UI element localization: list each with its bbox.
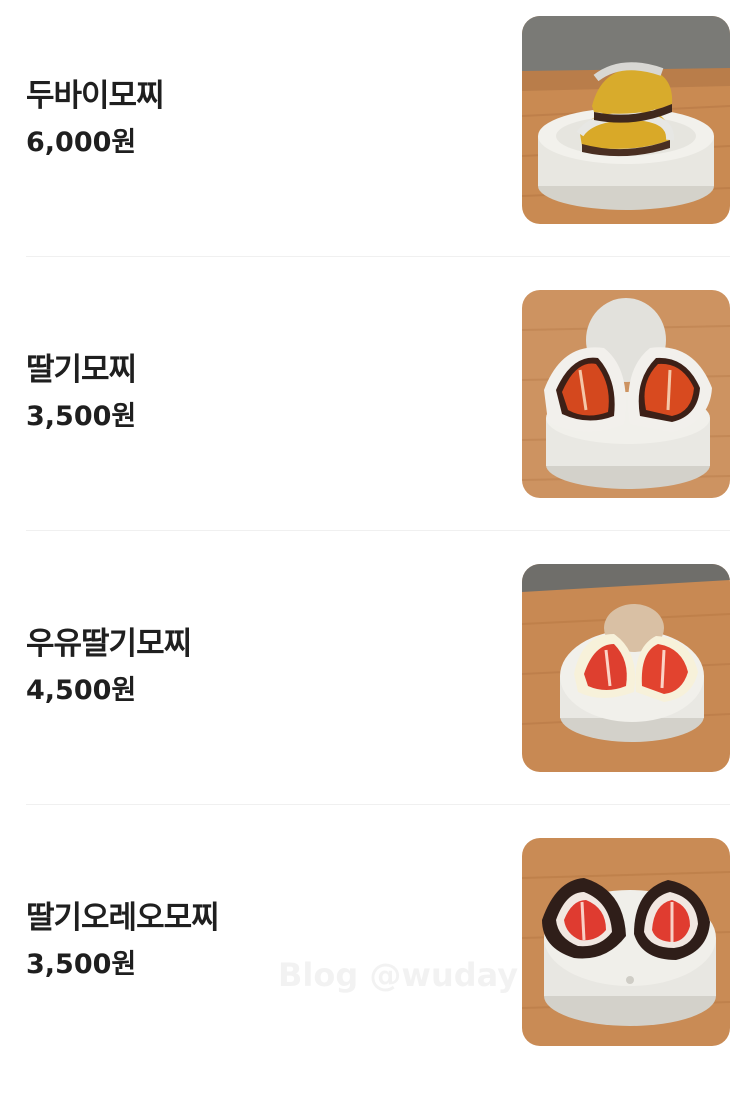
menu-item-price: 3,500원 xyxy=(26,401,137,432)
menu-item-text: 딸기오레오모찌 3,500원 xyxy=(26,898,220,982)
strawberry-oreo-mochi-image xyxy=(522,838,730,1046)
menu-item-name: 딸기오레오모찌 xyxy=(26,900,220,936)
menu-divider xyxy=(26,530,730,531)
menu-item[interactable]: 딸기모찌 3,500원 xyxy=(0,274,752,548)
menu-item-price: 6,000원 xyxy=(26,127,137,158)
menu-divider xyxy=(26,804,730,805)
menu-item-name: 딸기모찌 xyxy=(26,352,137,388)
menu-item[interactable]: 우유딸기모찌 4,500원 xyxy=(0,548,752,822)
milk-strawberry-mochi-photo[interactable] xyxy=(522,564,730,772)
milk-strawberry-mochi-image xyxy=(522,564,730,772)
menu-item-name: 우유딸기모찌 xyxy=(26,626,192,662)
menu-item-text: 두바이모찌 6,000원 xyxy=(26,76,165,160)
menu-list: 두바이모찌 6,000원 딸기모찌 3,500원 우유딸기모찌 4,500원 딸… xyxy=(0,0,752,1096)
dubai-mochi-photo[interactable] xyxy=(522,16,730,224)
strawberry-oreo-mochi-photo[interactable] xyxy=(522,838,730,1046)
menu-item-text: 우유딸기모찌 4,500원 xyxy=(26,624,192,708)
dubai-mochi-image xyxy=(522,16,730,224)
strawberry-mochi-image xyxy=(522,290,730,498)
menu-divider xyxy=(26,256,730,257)
menu-item-price: 4,500원 xyxy=(26,675,137,706)
menu-item-text: 딸기모찌 3,500원 xyxy=(26,350,137,434)
strawberry-mochi-photo[interactable] xyxy=(522,290,730,498)
menu-item-price: 3,500원 xyxy=(26,949,137,980)
menu-item-name: 두바이모찌 xyxy=(26,78,165,114)
menu-item[interactable]: 두바이모찌 6,000원 xyxy=(0,0,752,274)
blog-watermark: Blog @wuday xyxy=(278,956,519,994)
